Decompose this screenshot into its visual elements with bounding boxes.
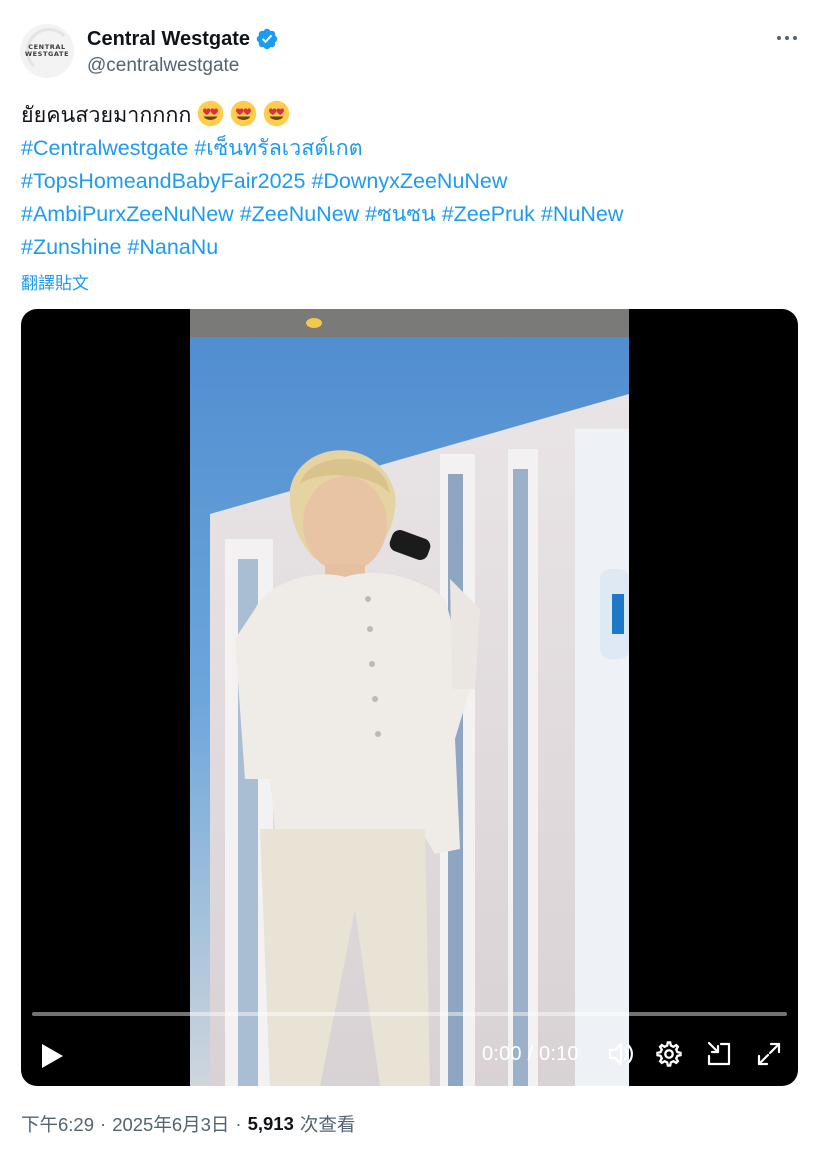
hashtag-link[interactable]: #AmbiPurxZeeNuNew	[21, 202, 234, 226]
avatar-logo: CENTRAL WESTGATE	[24, 43, 70, 59]
user-handle[interactable]: @centralwestgate	[87, 55, 239, 77]
hashtag-link[interactable]: #NuNew	[541, 202, 623, 226]
hashtag-link[interactable]: #NanaNu	[127, 235, 218, 259]
heart-eyes-emoji	[198, 100, 224, 127]
tweet-text: ยัยคนสวยมากกกก #Centralwestgate #เซ็นทรั…	[21, 99, 791, 264]
hashtag-link[interactable]: #DownyxZeeNuNew	[311, 169, 507, 193]
settings-icon[interactable]	[655, 1040, 683, 1068]
hashtag-link[interactable]: #TopsHomeandBabyFair2025	[21, 169, 305, 193]
video-progress-bar[interactable]	[32, 1012, 787, 1016]
avatar[interactable]: CENTRAL WESTGATE	[20, 24, 74, 78]
volume-icon[interactable]	[606, 1040, 634, 1068]
fullscreen-icon[interactable]	[755, 1040, 783, 1068]
verified-badge-icon	[255, 27, 279, 51]
tweet-text-line-2: #Centralwestgate #เซ็นทรัลเวสต์เกต	[21, 132, 791, 165]
play-icon[interactable]	[39, 1042, 65, 1070]
video-duration: 0:10	[539, 1043, 579, 1065]
tweet-text-line-5: #Zunshine #NanaNu	[21, 231, 791, 264]
meta-separator: ·	[100, 1113, 107, 1134]
views-count: 5,913	[247, 1113, 294, 1134]
picture-in-picture-icon[interactable]	[705, 1040, 733, 1068]
video-frame	[190, 309, 629, 1086]
heart-eyes-emoji	[231, 100, 257, 127]
translate-post-link[interactable]: 翻譯貼文	[21, 269, 89, 294]
tweet-meta: 下午6:29 · 2025年6月3日 · 5,913 次查看	[21, 1111, 355, 1137]
more-options-icon[interactable]	[772, 26, 802, 50]
meta-separator: ·	[235, 1113, 242, 1134]
tweet-text-line-3: #TopsHomeandBabyFair2025 #DownyxZeeNuNew	[21, 165, 791, 198]
avatar-logo-line2: WESTGATE	[24, 50, 70, 58]
tweet-text-line-1: ยัยคนสวยมากกกก	[21, 99, 791, 132]
heart-eyes-emoji	[264, 100, 290, 127]
tweet-message: ยัยคนสวยมากกกก	[21, 103, 192, 127]
video-current-time: 0:00	[482, 1043, 522, 1065]
tweet: CENTRAL WESTGATE Central Westgate @centr…	[0, 0, 820, 1152]
hashtag-link[interactable]: #ZeePruk	[442, 202, 535, 226]
display-name[interactable]: Central Westgate	[87, 28, 250, 51]
hashtag-link[interactable]: #เซ็นทรัลเวสต์เกต	[194, 136, 362, 160]
hashtag-link[interactable]: #ซนซน	[365, 202, 436, 226]
hashtag-link[interactable]: #Centralwestgate	[21, 136, 188, 160]
hashtag-link[interactable]: #ZeeNuNew	[240, 202, 360, 226]
name-row: Central Westgate	[87, 27, 279, 51]
video-time-display: 0:00 / 0:10	[482, 1043, 579, 1065]
post-time[interactable]: 下午6:29	[21, 1111, 94, 1137]
views-label: 次查看	[299, 1114, 356, 1135]
video-player[interactable]: 0:00 / 0:10	[21, 309, 798, 1086]
tweet-text-line-4: #AmbiPurxZeeNuNew #ZeeNuNew #ซนซน #ZeePr…	[21, 198, 791, 231]
post-date[interactable]: 2025年6月3日	[112, 1111, 229, 1137]
hashtag-link[interactable]: #Zunshine	[21, 235, 121, 259]
